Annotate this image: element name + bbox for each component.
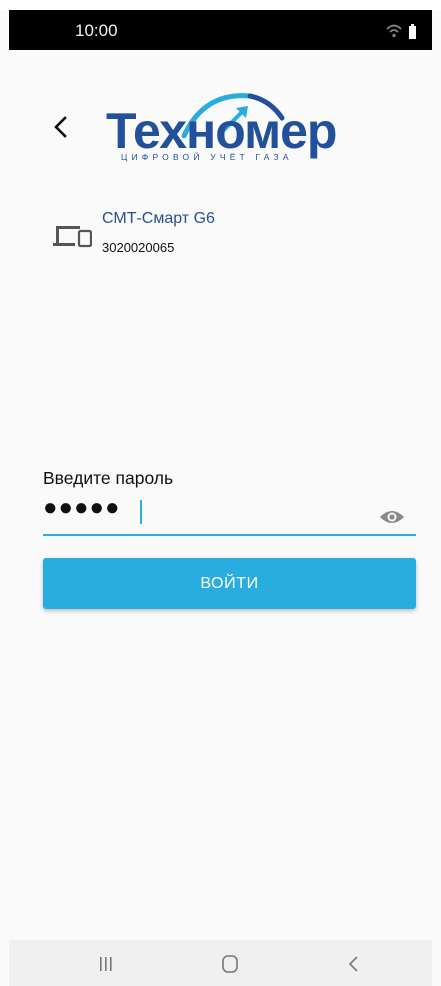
status-time: 10:00 bbox=[75, 21, 118, 40]
battery-icon bbox=[409, 24, 416, 39]
recent-apps-icon[interactable] bbox=[91, 954, 121, 974]
app-screen: 10:00 Техномер ЦИФРОВОЙ УЧЁТ ГАЗА СМТ-См… bbox=[0, 0, 441, 986]
screen-frame bbox=[0, 0, 441, 10]
login-button[interactable]: ВОЙТИ bbox=[43, 558, 416, 609]
password-value: ●●●●● bbox=[43, 494, 121, 521]
status-bar: 10:00 bbox=[9, 10, 432, 50]
system-navigation-bar bbox=[9, 940, 432, 986]
home-icon[interactable] bbox=[215, 954, 245, 974]
chevron-left-icon bbox=[54, 116, 67, 138]
eye-icon[interactable] bbox=[379, 508, 405, 526]
wifi-icon bbox=[386, 24, 402, 38]
logo-tagline: ЦИФРОВОЙ УЧЁТ ГАЗА bbox=[121, 152, 293, 162]
password-label: Введите пароль bbox=[43, 468, 174, 488]
back-button[interactable] bbox=[45, 110, 75, 144]
devices-icon bbox=[52, 222, 93, 252]
status-icons bbox=[384, 22, 424, 40]
company-logo: Техномер ЦИФРОВОЙ УЧЁТ ГАЗА bbox=[104, 88, 364, 174]
back-icon[interactable] bbox=[339, 954, 369, 974]
login-screen: Техномер ЦИФРОВОЙ УЧЁТ ГАЗА СМТ-Смарт G6… bbox=[9, 50, 432, 940]
device-serial: 3020020065 bbox=[102, 240, 175, 255]
device-name: СМТ-Смарт G6 bbox=[102, 210, 215, 227]
text-cursor bbox=[140, 500, 142, 524]
password-input[interactable]: ●●●●● bbox=[43, 494, 416, 536]
